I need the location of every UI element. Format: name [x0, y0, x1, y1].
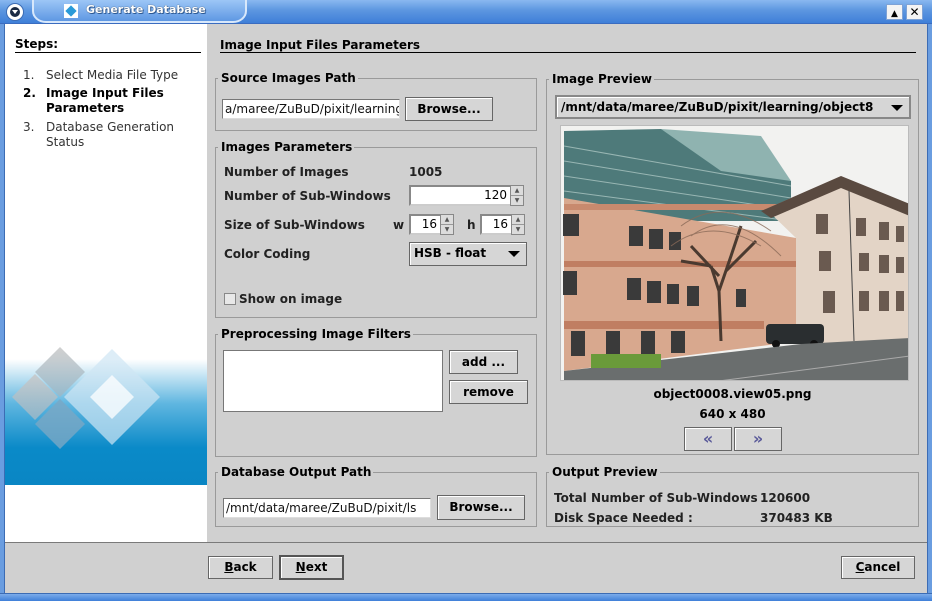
- step-label: Database Generation Status: [46, 120, 175, 149]
- step-number: 2.: [23, 86, 36, 100]
- output-path-input[interactable]: /mnt/data/maree/ZuBuD/pixit/ls: [223, 498, 431, 518]
- height-spinner[interactable]: 16 ▲ ▼: [480, 214, 525, 235]
- total-subwindows-label: Total Number of Sub-Windows :: [554, 491, 767, 505]
- height-input[interactable]: 16: [480, 214, 511, 235]
- disk-space-label: Disk Space Needed :: [554, 511, 693, 525]
- title-bar[interactable]: Generate Database ▲ ✕: [0, 0, 932, 24]
- color-coding-value: HSB - float: [414, 246, 487, 260]
- preview-dimensions: 640 x 480: [699, 407, 766, 421]
- previous-image-button[interactable]: «: [684, 427, 732, 451]
- show-on-image-label: Show on image: [239, 292, 343, 306]
- show-on-image-checkbox[interactable]: [224, 293, 236, 305]
- num-images-label: Number of Images: [224, 165, 349, 179]
- spin-down-icon[interactable]: ▼: [441, 225, 453, 234]
- next-mnemonic: N: [295, 560, 306, 574]
- next-image-button[interactable]: »: [734, 427, 782, 451]
- output-preview-legend: Output Preview: [552, 465, 658, 479]
- spin-down-icon[interactable]: ▼: [511, 196, 523, 205]
- spin-up-icon[interactable]: ▲: [441, 215, 453, 225]
- step-number: 1.: [23, 68, 35, 82]
- footer-divider: [5, 542, 927, 543]
- num-subwindows-spinner[interactable]: 120 ▲ ▼: [409, 185, 524, 206]
- window-title: Generate Database: [86, 3, 206, 16]
- spin-up-icon[interactable]: ▲: [512, 215, 524, 225]
- preview-filename: object0008.view05.png: [653, 387, 812, 401]
- image-preview-legend: Image Preview: [552, 72, 652, 86]
- step-label: Image Input Files Parameters: [46, 86, 164, 115]
- total-subwindows-value: 120600: [760, 491, 811, 505]
- cancel-label-rest: ancel: [864, 560, 901, 574]
- width-label: w: [393, 218, 405, 232]
- cancel-button[interactable]: Cancel: [841, 556, 915, 579]
- steps-sidebar: Steps: 1. Select Media File Type 2. Imag…: [5, 24, 207, 543]
- source-path-legend: Source Images Path: [221, 71, 356, 85]
- output-path-legend: Database Output Path: [221, 465, 372, 479]
- eject-button[interactable]: ▲: [886, 4, 903, 20]
- preview-folder-select[interactable]: /mnt/data/maree/ZuBuD/pixit/learning/obj…: [555, 95, 911, 119]
- output-browse-button[interactable]: Browse...: [437, 495, 525, 520]
- spin-up-icon[interactable]: ▲: [511, 186, 523, 196]
- building-photo: [561, 126, 908, 380]
- num-images-value: 1005: [409, 165, 443, 179]
- preview-image: [560, 125, 909, 381]
- color-coding-select[interactable]: HSB - float: [409, 242, 527, 266]
- back-label-rest: ack: [233, 560, 257, 574]
- spin-down-icon[interactable]: ▼: [512, 225, 524, 234]
- page-title: Image Input Files Parameters: [220, 38, 421, 52]
- width-input[interactable]: 16: [409, 214, 440, 235]
- window-frame-right: [927, 24, 932, 594]
- num-subwindows-input[interactable]: 120: [409, 185, 510, 206]
- back-button[interactable]: Back: [208, 556, 273, 579]
- eject-icon: ▲: [891, 9, 898, 19]
- window-frame-bottom: [0, 593, 932, 601]
- sidebar-decoration: [5, 337, 207, 485]
- size-subwindows-label: Size of Sub-Windows: [224, 218, 365, 232]
- next-label-rest: ext: [305, 560, 328, 574]
- steps-divider: [15, 52, 201, 53]
- title-tab: Generate Database: [32, 0, 247, 23]
- close-icon: ✕: [909, 5, 920, 19]
- window-menu-button[interactable]: [6, 3, 24, 21]
- filters-list[interactable]: [223, 350, 443, 412]
- width-spinner[interactable]: 16 ▲ ▼: [409, 214, 454, 235]
- color-coding-label: Color Coding: [224, 247, 311, 261]
- num-subwindows-label: Number of Sub-Windows: [224, 189, 391, 203]
- source-path-input[interactable]: a/maree/ZuBuD/pixit/learning: [222, 99, 400, 119]
- chevron-down-icon: [508, 251, 520, 257]
- source-browse-button[interactable]: Browse...: [405, 97, 493, 121]
- step-number: 3.: [23, 120, 35, 134]
- preview-folder-value: /mnt/data/maree/ZuBuD/pixit/learning/obj…: [561, 100, 874, 114]
- chevron-down-icon: [891, 105, 903, 111]
- filters-legend: Preprocessing Image Filters: [221, 327, 411, 341]
- step-label: Select Media File Type: [46, 68, 179, 82]
- height-label: h: [467, 218, 476, 232]
- close-button[interactable]: ✕: [906, 4, 923, 20]
- disk-space-value: 370483 KB: [760, 511, 833, 525]
- double-chevron-left-icon: «: [702, 429, 714, 448]
- double-chevron-right-icon: »: [752, 429, 764, 448]
- next-button[interactable]: Next: [279, 555, 344, 580]
- title-divider: [220, 52, 916, 53]
- add-filter-button[interactable]: add ...: [449, 350, 518, 374]
- menu-down-icon: [10, 7, 20, 17]
- images-parameters-legend: Images Parameters: [221, 140, 353, 154]
- remove-filter-button[interactable]: remove: [449, 380, 528, 404]
- steps-title: Steps:: [15, 37, 59, 51]
- diamond-app-icon: [64, 4, 78, 18]
